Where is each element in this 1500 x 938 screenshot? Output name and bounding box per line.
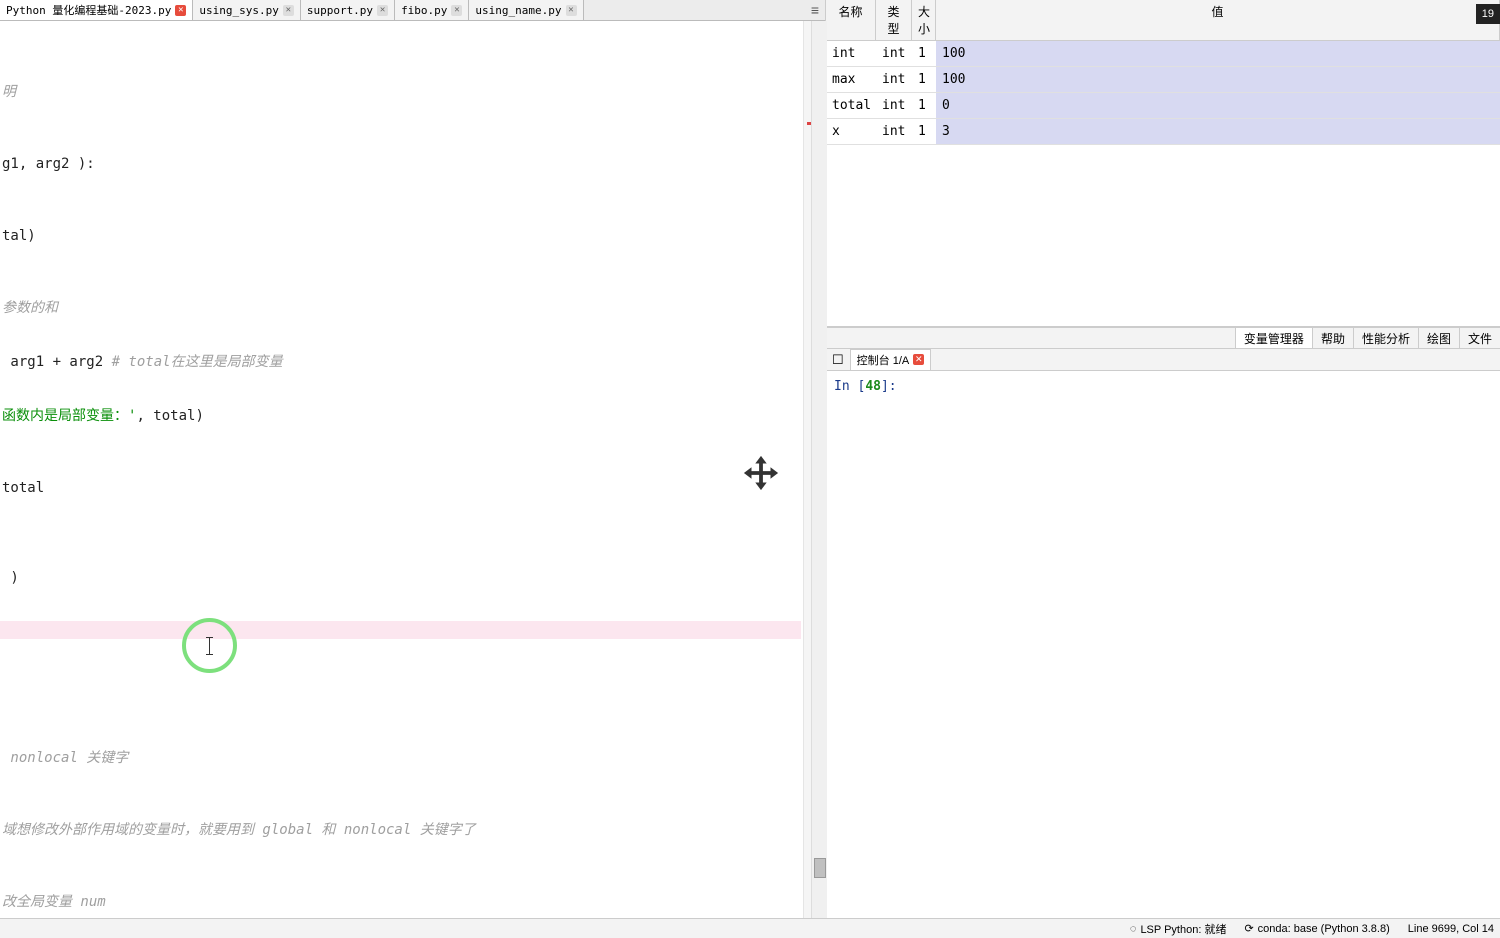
cursor-highlight-icon <box>182 618 237 673</box>
tab-using-name[interactable]: using_name.py ✕ <box>469 0 583 20</box>
tab-fibo[interactable]: fibo.py ✕ <box>395 0 469 20</box>
notification-badge: 19 <box>1476 4 1500 24</box>
col-value[interactable]: 值 <box>936 0 1500 40</box>
console-tab-bar: ☐ 控制台 1/A ✕ <box>826 349 1500 371</box>
close-icon[interactable]: ✕ <box>451 5 462 16</box>
code-editor[interactable]: 明 g1, arg2 ): tal) 参数的和 arg1 + arg2 # to… <box>0 21 825 938</box>
tab-using-sys[interactable]: using_sys.py ✕ <box>193 0 300 20</box>
close-icon[interactable]: ✕ <box>175 5 186 16</box>
close-icon[interactable]: ✕ <box>566 5 577 16</box>
console-tab-1[interactable]: 控制台 1/A ✕ <box>850 349 932 371</box>
code-line: 参数的和 <box>0 299 825 317</box>
tab-label: support.py <box>307 4 373 17</box>
status-conda[interactable]: ⟳ conda: base (Python 3.8.8) <box>1244 922 1389 935</box>
console-prompt: In [48]: <box>834 379 1492 394</box>
code-line: 明 <box>0 83 825 101</box>
editor-tab-bar: Python 量化编程基础-2023.py ✕ using_sys.py ✕ s… <box>0 0 825 21</box>
tab-label: using_sys.py <box>199 4 278 17</box>
tab-var-explorer[interactable]: 变量管理器 <box>1235 328 1312 348</box>
status-bar: ◌ LSP Python: 就绪 ⟳ conda: base (Python 3… <box>0 918 1500 938</box>
code-line: 改全局变量 num <box>0 893 825 911</box>
tab-files[interactable]: 文件 <box>1459 328 1500 348</box>
tab-label: using_name.py <box>475 4 561 17</box>
tab-support[interactable]: support.py ✕ <box>301 0 395 20</box>
spinner-icon: ◌ <box>1130 923 1137 935</box>
status-lsp[interactable]: ◌ LSP Python: 就绪 <box>1130 921 1227 937</box>
close-icon[interactable]: ✕ <box>913 354 924 365</box>
new-console-icon[interactable]: ☐ <box>826 352 850 368</box>
var-row[interactable]: x int 1 3 <box>826 119 1500 145</box>
tab-label: Python 量化编程基础-2023.py <box>6 2 171 18</box>
right-panel-tabs: 变量管理器 帮助 性能分析 绘图 文件 <box>826 327 1500 349</box>
close-icon[interactable]: ✕ <box>283 5 294 16</box>
hamburger-icon[interactable]: ≡ <box>805 0 825 20</box>
code-line: tal) <box>0 227 825 245</box>
code-line: 函数内是局部变量：', total) <box>0 407 825 425</box>
tab-label: fibo.py <box>401 4 447 17</box>
variable-explorer: 名称 类型 大小 值 int int 1 100 max int 1 100 <box>826 0 1500 327</box>
var-row[interactable]: int int 1 100 <box>826 41 1500 67</box>
status-position[interactable]: Line 9699, Col 14 <box>1408 923 1494 935</box>
close-icon[interactable]: ✕ <box>377 5 388 16</box>
code-line: nonlocal 关键字 <box>0 749 825 767</box>
var-row[interactable]: max int 1 100 <box>826 67 1500 93</box>
editor-scrollbar[interactable] <box>811 21 827 938</box>
current-line-highlight <box>0 621 801 639</box>
tab-profiler[interactable]: 性能分析 <box>1353 328 1418 348</box>
tab-main[interactable]: Python 量化编程基础-2023.py ✕ <box>0 0 193 20</box>
ipython-console[interactable]: In [48]: <box>826 371 1500 918</box>
var-row[interactable]: total int 1 0 <box>826 93 1500 119</box>
col-type[interactable]: 类型 <box>876 0 912 40</box>
code-line: 域想修改外部作用域的变量时，就要用到 global 和 nonlocal 关键字… <box>0 821 825 839</box>
code-line: g1, arg2 ): <box>0 155 825 173</box>
code-line: ) <box>0 569 825 587</box>
var-table-header: 名称 类型 大小 值 <box>826 0 1500 41</box>
sync-icon: ⟳ <box>1244 922 1253 935</box>
code-line: arg1 + arg2 # total在这里是局部变量 <box>0 353 825 371</box>
tab-plots[interactable]: 绘图 <box>1418 328 1459 348</box>
move-cursor-icon <box>675 436 713 474</box>
col-size[interactable]: 大小 <box>912 0 936 40</box>
tab-help[interactable]: 帮助 <box>1312 328 1353 348</box>
col-name[interactable]: 名称 <box>826 0 876 40</box>
scrollbar-thumb[interactable] <box>814 858 826 878</box>
